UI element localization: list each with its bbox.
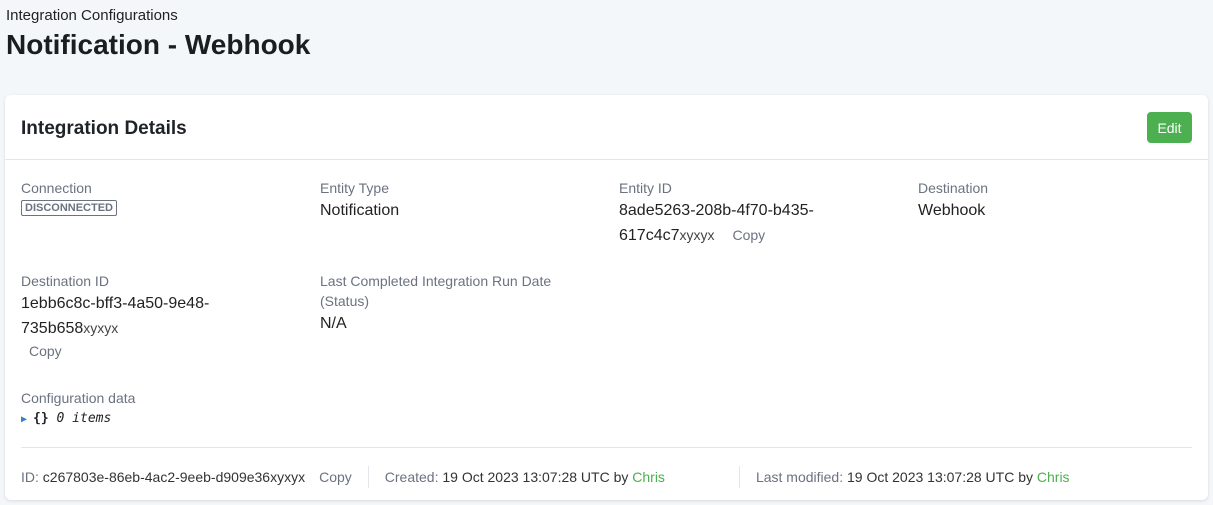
entity-id-suffix: xyxyx bbox=[679, 227, 715, 243]
destination-id-suffix: xyxyx bbox=[83, 320, 119, 336]
id-label: ID: bbox=[21, 469, 39, 485]
entity-type-value: Notification bbox=[320, 202, 400, 219]
integration-details-card: Integration Details Edit Connection DISC… bbox=[5, 95, 1208, 500]
copy-id-button[interactable]: Copy bbox=[319, 469, 352, 485]
json-item-count: 0 items bbox=[56, 411, 112, 426]
created-by-link[interactable]: Chris bbox=[632, 469, 665, 485]
footer-separator bbox=[738, 466, 740, 488]
modified-label: Last modified: bbox=[755, 469, 844, 485]
edit-button[interactable]: Edit bbox=[1147, 112, 1192, 143]
destination-field: Destination Webhook bbox=[918, 178, 1198, 223]
destination-id-value: 1ebb6c8c-bff3-4a50-9e48-735b658xyxyx bbox=[21, 292, 266, 341]
last-run-field: Last Completed Integration Run Date (Sta… bbox=[320, 271, 580, 336]
json-braces: {} bbox=[33, 411, 49, 426]
config-data-field: Configuration data ▶ {} 0 items bbox=[21, 388, 301, 426]
destination-label: Destination bbox=[918, 180, 989, 196]
config-data-label: Configuration data bbox=[21, 390, 136, 406]
destination-id-field: Destination ID 1ebb6c8c-bff3-4a50-9e48-7… bbox=[21, 271, 266, 359]
status-badge: DISCONNECTED bbox=[21, 200, 118, 216]
last-run-value: N/A bbox=[320, 315, 347, 332]
json-viewer[interactable]: ▶ {} 0 items bbox=[21, 411, 301, 426]
id-value: c267803e-86eb-4ac2-9eeb-d909e36xyxyx bbox=[42, 469, 306, 485]
expand-triangle-icon[interactable]: ▶ bbox=[21, 414, 27, 425]
modified-value: 19 Oct 2023 13:07:28 UTC by bbox=[847, 469, 1033, 485]
connection-label: Connection bbox=[21, 180, 92, 196]
copy-entity-id-button[interactable]: Copy bbox=[733, 227, 766, 243]
copy-destination-id-button[interactable]: Copy bbox=[29, 343, 266, 359]
card-footer: ID: c267803e-86eb-4ac2-9eeb-d909e36xyxyx… bbox=[21, 466, 1070, 488]
entity-type-field: Entity Type Notification bbox=[320, 178, 600, 223]
breadcrumb[interactable]: Integration Configurations bbox=[6, 7, 178, 24]
entity-id-text: 8ade5263-208b-4f70-b435-617c4c7 bbox=[619, 202, 814, 244]
card-header: Integration Details Edit bbox=[5, 95, 1208, 160]
entity-id-value: 8ade5263-208b-4f70-b435-617c4c7xyxyx Copy bbox=[619, 199, 849, 248]
entity-id-label: Entity ID bbox=[619, 180, 672, 196]
entity-id-field: Entity ID 8ade5263-208b-4f70-b435-617c4c… bbox=[619, 178, 829, 248]
footer-separator bbox=[367, 466, 369, 488]
divider bbox=[21, 447, 1192, 448]
last-run-label: Last Completed Integration Run Date (Sta… bbox=[320, 273, 552, 309]
modified-by-link[interactable]: Chris bbox=[1037, 469, 1070, 485]
card-title: Integration Details bbox=[21, 118, 187, 139]
created-label: Created: bbox=[384, 469, 439, 485]
entity-type-label: Entity Type bbox=[320, 180, 390, 196]
page-title: Notification - Webhook bbox=[6, 29, 311, 60]
connection-field: Connection DISCONNECTED bbox=[21, 178, 301, 216]
created-value: 19 Oct 2023 13:07:28 UTC by bbox=[442, 469, 629, 485]
destination-value: Webhook bbox=[918, 202, 986, 219]
destination-id-label: Destination ID bbox=[21, 273, 109, 289]
